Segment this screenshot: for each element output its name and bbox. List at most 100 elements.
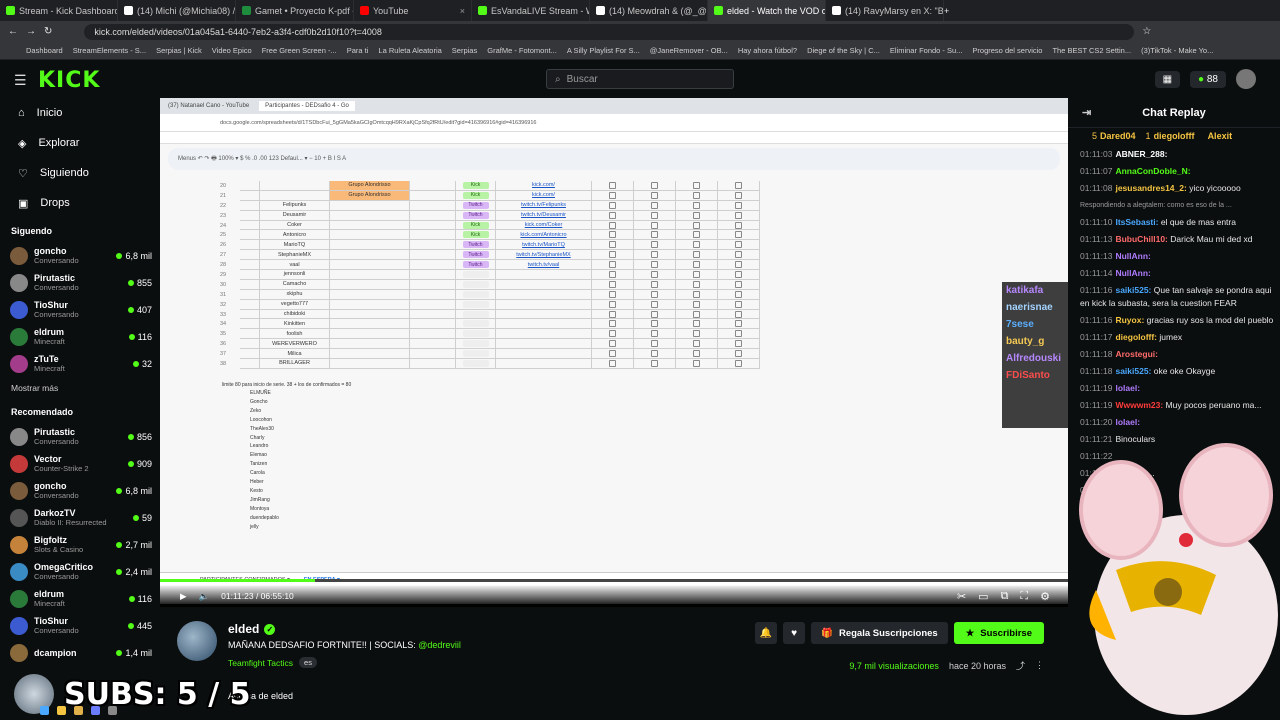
avatar[interactable]: [1236, 69, 1256, 89]
checkbox[interactable]: [735, 270, 742, 278]
platform-tag[interactable]: [462, 280, 489, 288]
leaderboard-name[interactable]: diegolofff: [1154, 131, 1195, 141]
browser-tab[interactable]: (14) RavyMarsy en X: "Bienvenid×: [826, 0, 944, 21]
bookmark-item[interactable]: Serpias | Kick: [156, 46, 202, 55]
checkbox[interactable]: [735, 300, 742, 308]
checkbox[interactable]: [609, 221, 616, 229]
checkbox[interactable]: [693, 191, 700, 199]
new-tab-icon[interactable]: +: [944, 6, 949, 16]
platform-tag[interactable]: [462, 330, 489, 338]
channel-item[interactable]: goncho Conversando 6,8 mil: [0, 242, 160, 269]
reload-icon[interactable]: ↻: [44, 26, 52, 37]
checkbox[interactable]: [651, 320, 658, 328]
message-username[interactable]: jesusandres14_2:: [1115, 183, 1186, 193]
platform-tag[interactable]: Kick: [462, 231, 489, 239]
points-badge[interactable]: ● 88: [1190, 70, 1226, 88]
browser-tab[interactable]: elded - Watch the VOD on Kick×: [708, 0, 826, 21]
checkbox[interactable]: [651, 310, 658, 318]
play-icon[interactable]: ▶: [180, 591, 187, 602]
fullscreen-icon[interactable]: ⛶: [1020, 590, 1028, 603]
channel-link[interactable]: twitch.tv/Felipunks: [521, 202, 566, 208]
clip-icon[interactable]: ✂: [957, 590, 966, 603]
gift-subs-button[interactable]: 🎁 Regala Suscripciones: [811, 622, 948, 644]
platform-tag[interactable]: [462, 300, 489, 308]
checkbox[interactable]: [735, 181, 742, 189]
platform-tag[interactable]: Twitch: [462, 251, 489, 259]
platform-tag[interactable]: Kick: [462, 221, 489, 229]
bookmark-item[interactable]: Diege of the Sky | C...: [807, 46, 880, 55]
channel-item[interactable]: zTuTe Minecraft 32: [0, 350, 160, 377]
chrome-icon[interactable]: [57, 705, 66, 715]
checkbox[interactable]: [609, 211, 616, 219]
bookmark-item[interactable]: @JaneRemover - OB...: [650, 46, 728, 55]
checkbox[interactable]: [651, 290, 658, 298]
checkbox[interactable]: [609, 231, 616, 239]
message-username[interactable]: lolael:: [1115, 383, 1140, 393]
checkbox[interactable]: [735, 330, 742, 338]
checkbox[interactable]: [609, 330, 616, 338]
channel-item[interactable]: goncho Conversando 6,8 mil: [0, 477, 160, 504]
checkbox[interactable]: [735, 290, 742, 298]
message-username[interactable]: saiki525:: [1115, 285, 1151, 295]
kick-logo[interactable]: KICK: [38, 68, 100, 93]
checkbox[interactable]: [651, 251, 658, 259]
checkbox[interactable]: [693, 261, 700, 269]
checkbox[interactable]: [609, 280, 616, 288]
checkbox[interactable]: [609, 251, 616, 259]
message-username[interactable]: ABNER_288:: [1115, 149, 1167, 159]
channel-item[interactable]: dcampion 1,4 mil: [0, 639, 160, 666]
message-username[interactable]: ItsSebasti:: [1115, 217, 1158, 227]
bookmark-item[interactable]: Eliminar Fondo - Su...: [890, 46, 963, 55]
checkbox[interactable]: [735, 231, 742, 239]
platform-tag[interactable]: Twitch: [462, 261, 489, 269]
checkbox[interactable]: [735, 221, 742, 229]
settings-icon[interactable]: ⚙: [1040, 590, 1050, 603]
checkbox[interactable]: [735, 191, 742, 199]
platform-tag[interactable]: [462, 290, 489, 298]
checkbox[interactable]: [735, 310, 742, 318]
message-username[interactable]: diegolofff:: [1115, 332, 1157, 342]
browser-tab[interactable]: Gamet • Proyecto K-pdf - Goo×: [236, 0, 354, 21]
checkbox[interactable]: [735, 280, 742, 288]
bookmark-item[interactable]: StreamElements - S...: [73, 46, 146, 55]
platform-tag[interactable]: Twitch: [462, 201, 489, 209]
bookmark-item[interactable]: (3)TikTok - Make Yo...: [1141, 46, 1213, 55]
checkbox[interactable]: [651, 280, 658, 288]
checkbox[interactable]: [609, 181, 616, 189]
message-username[interactable]: NullAnn:: [1115, 251, 1150, 261]
discord-icon[interactable]: [91, 705, 100, 715]
checkbox[interactable]: [651, 211, 658, 219]
checkbox[interactable]: [609, 320, 616, 328]
checkbox[interactable]: [735, 261, 742, 269]
checkbox[interactable]: [735, 251, 742, 259]
windows-icon[interactable]: [40, 705, 49, 715]
platform-tag[interactable]: [462, 270, 489, 278]
back-icon[interactable]: ←: [8, 26, 18, 37]
bookmark-item[interactable]: Hay ahora fútbol?: [738, 46, 797, 55]
platform-tag[interactable]: Kick: [462, 181, 489, 189]
platform-tag[interactable]: [462, 359, 489, 367]
checkbox[interactable]: [651, 330, 658, 338]
channel-link[interactable]: kick.com/Antonicro: [520, 232, 566, 238]
message-username[interactable]: saiki525:: [1115, 366, 1151, 376]
channel-item[interactable]: Pirutastic Conversando 856: [0, 423, 160, 450]
bookmark-item[interactable]: A Silly Playlist For S...: [567, 46, 640, 55]
streamer-name[interactable]: elded: [228, 622, 259, 636]
checkbox[interactable]: [693, 211, 700, 219]
checkbox[interactable]: [693, 201, 700, 209]
checkbox[interactable]: [609, 290, 616, 298]
menu-icon[interactable]: ☰: [14, 72, 27, 89]
video-player[interactable]: (37) Natanael Cano - YouTube Participant…: [160, 98, 1068, 604]
checkbox[interactable]: [735, 201, 742, 209]
subscribe-button[interactable]: ★ Suscribirse: [953, 622, 1044, 644]
checkbox[interactable]: [651, 191, 658, 199]
leaderboard-name[interactable]: Alexit: [1208, 131, 1233, 141]
checkbox[interactable]: [651, 181, 658, 189]
checkbox[interactable]: [693, 270, 700, 278]
checkbox[interactable]: [693, 340, 700, 348]
platform-tag[interactable]: [462, 310, 489, 318]
checkbox[interactable]: [651, 359, 658, 367]
message-username[interactable]: lolael:: [1115, 417, 1140, 427]
checkbox[interactable]: [651, 340, 658, 348]
bookmark-item[interactable]: GrafMe - Fotomont...: [487, 46, 557, 55]
